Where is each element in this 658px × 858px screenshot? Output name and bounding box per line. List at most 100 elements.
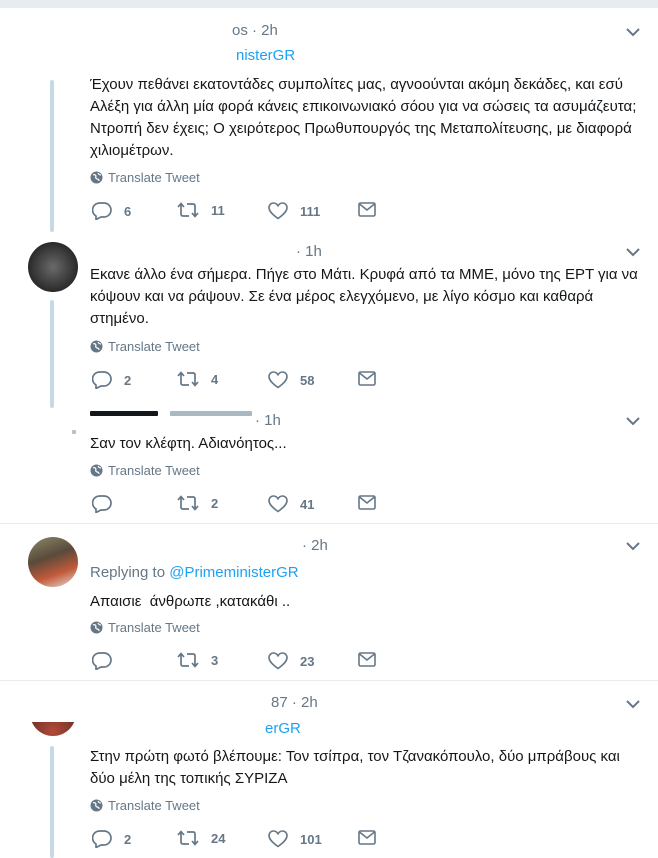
chevron-down-icon[interactable] xyxy=(626,539,640,553)
chevron-down-icon[interactable] xyxy=(626,414,640,428)
retweet-count: 24 xyxy=(211,830,226,846)
avatar[interactable] xyxy=(28,242,78,292)
reply-count: 6 xyxy=(124,203,132,219)
heart-icon xyxy=(268,371,288,389)
retweet-icon xyxy=(177,652,199,668)
translate-tweet-link[interactable]: Translate Tweet xyxy=(90,463,200,478)
translate-label[interactable]: Translate Tweet xyxy=(108,798,200,813)
direct-message-button[interactable] xyxy=(358,371,376,391)
reply-icon xyxy=(92,830,112,848)
reply-icon xyxy=(92,202,112,220)
globe-icon xyxy=(90,171,103,184)
like-button[interactable]: 41 xyxy=(268,495,314,513)
retweet-count: 11 xyxy=(211,202,225,218)
tweet-time[interactable]: · 1h xyxy=(255,412,281,429)
tweet-actions: 2 41 xyxy=(90,495,390,515)
translate-label[interactable]: Translate Tweet xyxy=(108,170,200,185)
tweet-divider xyxy=(0,680,658,681)
retweet-count: 3 xyxy=(211,652,219,668)
tweet-header[interactable]: os · 2h xyxy=(232,22,278,39)
reply-button[interactable] xyxy=(92,495,124,513)
retweet-button[interactable]: 24 xyxy=(177,830,225,846)
retweet-icon xyxy=(177,371,199,387)
tweet-text: Έχουν πεθάνει εκατοντάδες συμπολίτες μας… xyxy=(90,76,641,159)
reply-button[interactable]: 6 xyxy=(92,202,131,220)
like-button[interactable]: 101 xyxy=(268,830,322,848)
translate-label[interactable]: Translate Tweet xyxy=(108,339,200,354)
avatar[interactable] xyxy=(72,430,76,434)
avatar[interactable] xyxy=(28,537,78,587)
retweet-icon xyxy=(177,830,199,846)
like-count: 111 xyxy=(300,203,321,219)
translate-tweet-link[interactable]: Translate Tweet xyxy=(90,339,200,354)
heart-icon xyxy=(268,830,288,848)
envelope-icon xyxy=(358,371,376,386)
tweet-time[interactable]: · 2h xyxy=(302,537,328,554)
thread-line xyxy=(50,80,54,232)
direct-message-button[interactable] xyxy=(358,495,376,515)
retweet-icon xyxy=(177,495,199,511)
translate-tweet-link[interactable]: Translate Tweet xyxy=(90,620,200,635)
user-name[interactable]: erGR xyxy=(265,720,301,737)
heart-icon xyxy=(268,652,288,670)
like-button[interactable]: 58 xyxy=(268,371,314,389)
tweet-header[interactable]: 87 · 2h xyxy=(271,694,318,711)
user-name[interactable] xyxy=(90,408,255,416)
tweet-text: Σαν τον κλέφτη. Αδιανόητος... xyxy=(90,435,287,452)
retweet-button[interactable]: 3 xyxy=(177,652,218,668)
tweet-time[interactable]: · 1h xyxy=(296,243,322,260)
tweet-actions: 3 23 xyxy=(90,652,390,672)
reply-count: 2 xyxy=(124,372,132,388)
tweet-time[interactable]: · 2h xyxy=(292,694,318,711)
envelope-icon xyxy=(358,652,376,667)
like-count: 23 xyxy=(300,653,315,669)
direct-message-button[interactable] xyxy=(358,202,376,222)
translate-tweet-link[interactable]: Translate Tweet xyxy=(90,798,200,813)
timeline-top-border xyxy=(0,0,658,8)
envelope-icon xyxy=(358,830,376,845)
chevron-down-icon[interactable] xyxy=(626,697,640,711)
tweet-text: Στην πρώτη φωτό βλέπουμε: Τον τσίπρα, το… xyxy=(90,748,625,787)
globe-icon xyxy=(90,464,103,477)
like-button[interactable]: 23 xyxy=(268,652,314,670)
direct-message-button[interactable] xyxy=(358,830,376,850)
translate-label[interactable]: Translate Tweet xyxy=(108,620,200,635)
tweet-header[interactable]: · 1h xyxy=(296,243,322,260)
replying-to-label: Replying to xyxy=(90,564,166,581)
tweet-header[interactable]: · 2h xyxy=(302,537,328,554)
translate-label[interactable]: Translate Tweet xyxy=(108,463,200,478)
reply-icon xyxy=(92,495,112,513)
reply-button[interactable]: 2 xyxy=(92,371,131,389)
tweet-actions: 6 11 111 xyxy=(90,202,390,222)
chevron-down-icon[interactable] xyxy=(626,25,640,39)
thread-line xyxy=(50,300,54,408)
reply-button[interactable] xyxy=(92,652,124,670)
user-handle[interactable]: os xyxy=(232,22,248,39)
tweet-actions: 2 24 101 xyxy=(90,830,390,850)
direct-message-button[interactable] xyxy=(358,652,376,672)
tweet-text: Απαισιε άνθρωπε ,κατακάθι .. xyxy=(90,593,291,610)
like-button[interactable]: 111 xyxy=(268,202,320,220)
retweet-button[interactable]: 4 xyxy=(177,371,218,387)
retweet-button[interactable]: 2 xyxy=(177,495,218,511)
heart-icon xyxy=(268,495,288,513)
like-count: 58 xyxy=(300,372,315,388)
envelope-icon xyxy=(358,495,376,510)
retweet-button[interactable]: 11 xyxy=(177,202,225,218)
reply-icon xyxy=(92,652,112,670)
heart-icon xyxy=(268,202,288,220)
tweet-header[interactable]: · 1h xyxy=(255,412,281,429)
avatar[interactable] xyxy=(30,722,76,736)
tweet-actions: 2 4 58 xyxy=(90,371,390,391)
translate-tweet-link[interactable]: Translate Tweet xyxy=(90,170,200,185)
replying-to-handle[interactable]: @PrimeministerGR xyxy=(169,564,298,581)
user-handle[interactable]: 87 xyxy=(271,694,288,711)
tweet-time[interactable]: · 2h xyxy=(252,22,278,39)
chevron-down-icon[interactable] xyxy=(626,245,640,259)
reply-icon xyxy=(92,371,112,389)
like-count: 41 xyxy=(300,496,315,512)
envelope-icon xyxy=(358,202,376,217)
user-name[interactable]: nisterGR xyxy=(236,47,295,64)
reply-button[interactable]: 2 xyxy=(92,830,131,848)
reply-count: 2 xyxy=(124,831,132,847)
